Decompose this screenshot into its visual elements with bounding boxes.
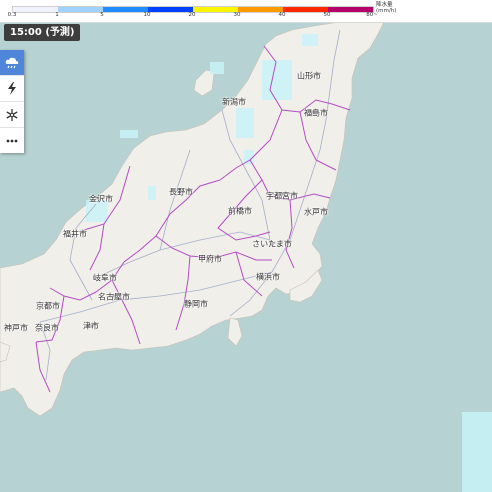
legend-tick-label: 30 — [233, 12, 241, 18]
rain-layer-button[interactable] — [0, 50, 24, 76]
legend-segment — [283, 7, 328, 12]
legend-segment — [193, 7, 238, 12]
city-label-utsunomiya: 宇都宮市 — [266, 191, 298, 201]
lightning-layer-button[interactable] — [0, 76, 24, 102]
city-label-fukushima: 福島市 — [304, 108, 328, 118]
legend-tick-label: 40 — [278, 12, 286, 18]
city-label-nagoya: 名古屋市 — [98, 292, 130, 302]
legend-tick-label: 20 — [188, 12, 196, 18]
city-label-tsu: 津市 — [83, 321, 99, 331]
city-label-kanazawa: 金沢市 — [89, 194, 113, 204]
city-label-kofu: 甲府市 — [198, 254, 222, 264]
legend-unit-value: (mm/h) — [376, 8, 397, 14]
city-label-yokohama: 横浜市 — [256, 272, 280, 282]
city-label-nara: 奈良市 — [35, 323, 59, 333]
legend-segment — [58, 7, 103, 12]
city-label-fukui: 福井市 — [63, 229, 87, 239]
more-button[interactable] — [0, 128, 24, 153]
legend-unit: 降水量 (mm/h) — [376, 2, 396, 14]
lightning-icon — [8, 82, 16, 95]
city-label-maebashi: 前橋市 — [228, 206, 252, 216]
city-label-kobe: 神戸市 — [4, 323, 28, 333]
map[interactable] — [0, 0, 492, 492]
legend-tick-label: 10 — [143, 12, 151, 18]
legend-segment — [238, 7, 283, 12]
city-label-saitama: さいたま市 — [252, 239, 292, 249]
city-label-shizuoka: 静岡市 — [184, 299, 208, 309]
layer-toolbar — [0, 50, 24, 153]
legend-tick-label: 1 — [55, 12, 59, 18]
legend-tick-label: 0.3 — [7, 12, 17, 18]
legend-tick-label: 50 — [323, 12, 331, 18]
legend-tick-label: 5 — [100, 12, 104, 18]
snow-icon — [6, 108, 18, 121]
city-label-yamagata: 山形市 — [297, 71, 321, 81]
rain-cloud-icon — [5, 57, 19, 68]
more-icon — [6, 139, 18, 142]
forecast-time-badge: 15:00 (予測) — [4, 24, 81, 41]
city-label-nagano: 長野市 — [169, 187, 193, 197]
legend-segment — [148, 7, 193, 12]
city-label-gifu: 岐阜市 — [93, 273, 117, 283]
city-label-niigata: 新潟市 — [222, 97, 246, 107]
legend-segment — [103, 7, 148, 12]
city-label-mito: 水戸市 — [304, 207, 328, 217]
precipitation-legend: 0.3 1 5 10 20 30 40 50 80~ 降水量 (mm/h) — [0, 0, 492, 23]
city-label-kyoto: 京都市 — [36, 301, 60, 311]
legend-segment — [13, 7, 58, 12]
snow-layer-button[interactable] — [0, 102, 24, 128]
